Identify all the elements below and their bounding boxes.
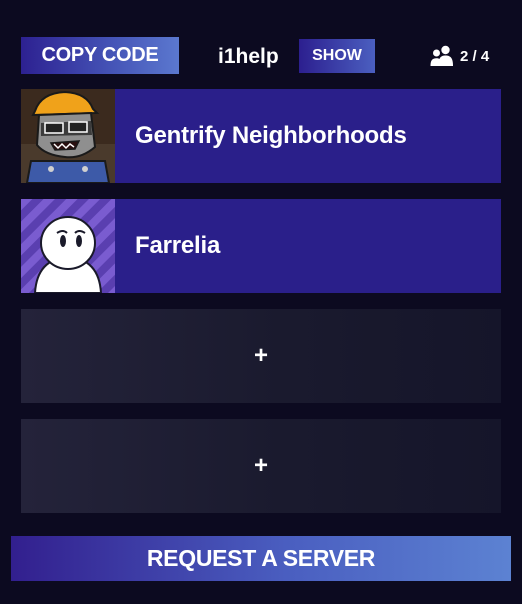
player-slot-1[interactable]: Gentrify Neighborhoods bbox=[21, 89, 501, 183]
lobby-code: i1help bbox=[218, 45, 279, 68]
lobby-header: COPY CODE i1help SHOW 2 / 4 bbox=[0, 0, 522, 80]
raccoon-hardhat-avatar bbox=[21, 89, 115, 183]
player-name: Farrelia bbox=[135, 232, 221, 259]
users-icon bbox=[430, 45, 453, 66]
player-name: Gentrify Neighborhoods bbox=[135, 122, 407, 149]
player-count-text: 2 / 4 bbox=[460, 47, 490, 65]
add-player-icon: + bbox=[253, 452, 268, 479]
empty-slot-4[interactable]: + bbox=[21, 419, 501, 513]
show-code-button[interactable]: SHOW bbox=[299, 39, 375, 73]
player-slot-2[interactable]: Farrelia bbox=[21, 199, 501, 293]
player-count: 2 / 4 bbox=[430, 44, 489, 68]
white-blob-avatar bbox=[21, 199, 115, 293]
empty-slot-3[interactable]: + bbox=[21, 309, 501, 403]
add-player-icon: + bbox=[253, 342, 268, 369]
request-server-button[interactable]: REQUEST A SERVER bbox=[11, 536, 511, 581]
copy-code-button[interactable]: COPY CODE bbox=[21, 37, 179, 74]
